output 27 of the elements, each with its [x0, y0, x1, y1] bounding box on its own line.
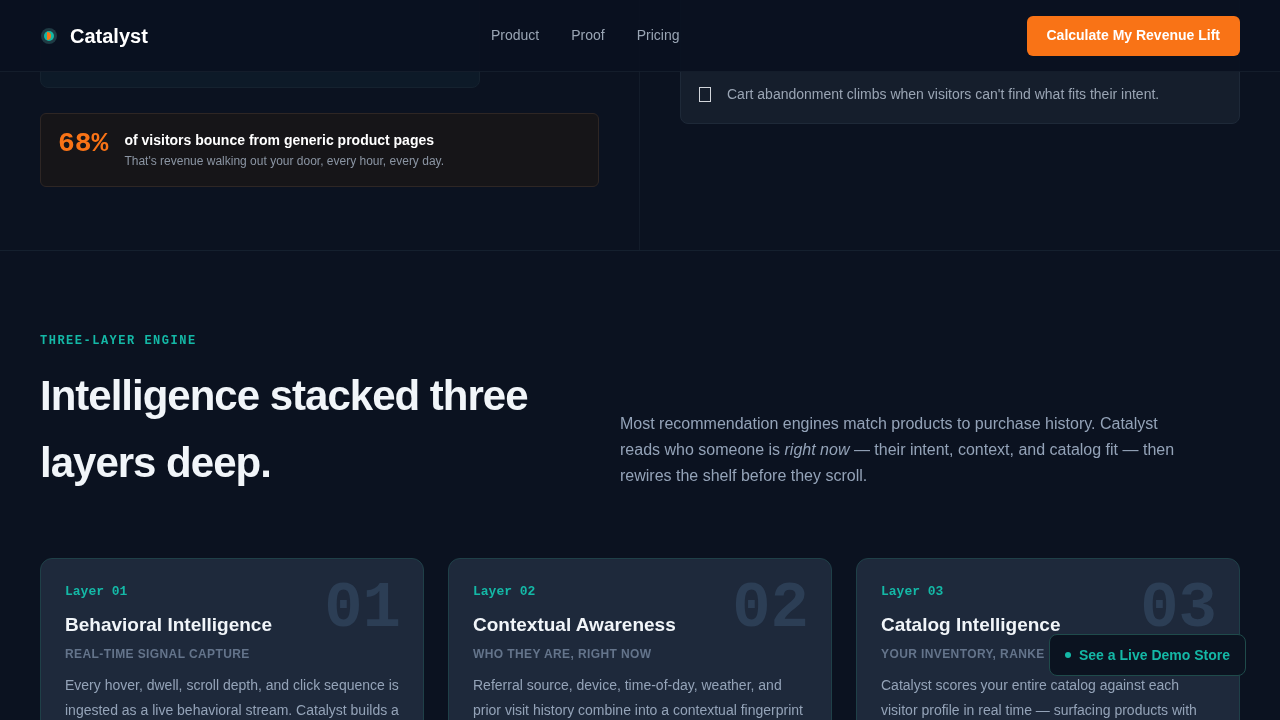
dot-icon	[1065, 652, 1071, 658]
layer-description: Every hover, dwell, scroll depth, and click sequence is ingested as a live behavioral stream. Catalyst builds a	[65, 676, 399, 720]
stat-value: 68%	[58, 128, 109, 160]
nav-link[interactable]: Pricing	[636, 25, 680, 46]
layer-title: Catalog Intelligence	[881, 612, 1061, 637]
layer-subtitle: WHO THEY ARE, RIGHT NOW	[473, 646, 652, 663]
pain-point-text: Cart abandonment climbs when visitors can't find what fits their intent.	[727, 85, 1160, 104]
section-intro: Most recommendation engines match products to purchase history. Catalyst reads who someone is right now — their intent, context, and catalog fit — then rewires the shelf before they scroll.	[620, 414, 1176, 486]
layer-subtitle: REAL-TIME SIGNAL CAPTURE	[65, 646, 250, 663]
layer-description: Catalyst scores your entire catalog against each visitor profile in real time — surfacing products with	[881, 676, 1198, 720]
layer-tag: Layer 01	[65, 582, 128, 602]
layer-subtitle: YOUR INVENTORY, RANKE	[881, 646, 1045, 663]
logo-icon	[40, 26, 58, 45]
stat-headline: of visitors bounce from generic product pages	[124, 131, 436, 150]
square-icon	[699, 87, 711, 102]
layer-tag: Layer 02	[473, 582, 536, 602]
live-demo-button[interactable]: See a Live Demo Store	[1049, 634, 1246, 676]
nav-link[interactable]: Product	[491, 25, 540, 46]
layer-tag: Layer 03	[881, 582, 944, 602]
stat-subline: That's revenue walking out your door, every hour, every day.	[124, 153, 444, 170]
brand-name: Catalyst	[70, 23, 148, 49]
section-heading: Intelligence stacked three layers deep.	[40, 371, 529, 488]
layer-description: Referral source, device, time-of-day, weather, and prior visit history combine into a contextual fingerprint	[473, 676, 804, 720]
nav-link[interactable]: Proof	[571, 25, 605, 46]
layer-title: Contextual Awareness	[473, 612, 676, 637]
layer-title: Behavioral Intelligence	[65, 612, 272, 637]
section-eyebrow: THREE-LAYER ENGINE	[40, 333, 198, 350]
